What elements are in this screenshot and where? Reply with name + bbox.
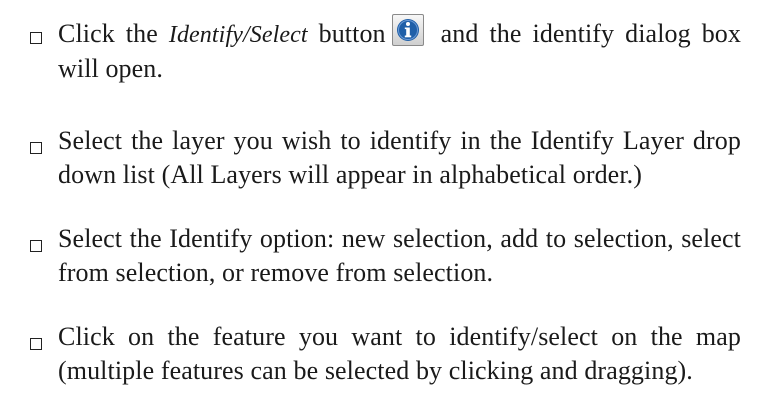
list-item-text: Click the Identify/Select button and the… xyxy=(58,14,741,86)
instruction-document: Click the Identify/Select button and the… xyxy=(0,0,767,411)
checkbox-bullet-icon xyxy=(30,142,42,154)
checkbox-bullet-icon xyxy=(30,240,42,252)
checkbox-bullet-icon xyxy=(30,338,42,350)
identify-select-button-icon xyxy=(391,14,424,46)
step-text-pre: Click the xyxy=(58,19,169,48)
identify-select-label: Identify/Select xyxy=(168,22,308,48)
list-item-text: Select the layer you wish to identify in… xyxy=(58,126,741,189)
list-item-text: Click on the feature you want to identif… xyxy=(58,322,741,385)
info-icon xyxy=(396,19,419,41)
step-text-mid: button xyxy=(307,19,386,48)
list-item-text: Select the Identify option: new selectio… xyxy=(58,224,741,287)
checkbox-bullet-icon xyxy=(30,32,42,44)
